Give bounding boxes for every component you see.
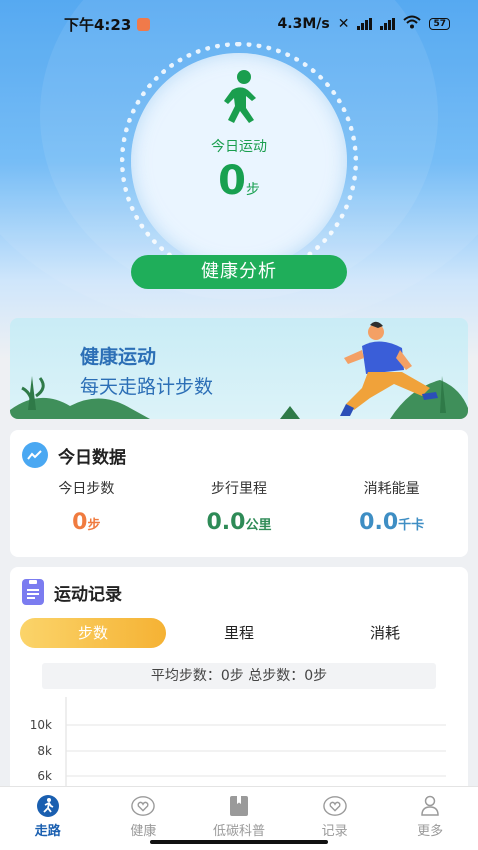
- person-icon: [418, 795, 442, 817]
- status-time: 下午4:23: [64, 15, 132, 34]
- health-banner[interactable]: 健康运动 每天走路计步数: [10, 318, 468, 419]
- wifi-icon: [403, 15, 422, 33]
- clipboard-icon: [22, 579, 44, 605]
- tab-distance[interactable]: 里程: [166, 618, 312, 648]
- metric-distance: 步行里程 0.0公里: [163, 478, 316, 535]
- nav-label: 走路: [34, 824, 61, 839]
- tab-steps[interactable]: 步数: [20, 618, 166, 648]
- metric-steps: 今日步数 0步: [10, 478, 163, 535]
- exercise-records-card: 运动记录 步数 里程 消耗 平均步数：0步 总步数：0步 10k 8k 6k: [10, 567, 468, 797]
- today-data-card: 今日数据 今日步数 0步 步行里程 0.0公里 消耗能量 0.0千卡: [10, 430, 468, 557]
- dial-steps: 0步: [189, 158, 289, 204]
- walking-person-icon: [224, 70, 256, 123]
- dial-steps-value: 0: [218, 158, 246, 204]
- mute-icon: ✕: [337, 16, 350, 32]
- y-tick-label: 6k: [37, 769, 52, 783]
- signal-icon: [380, 18, 396, 30]
- app-notification-icon: [137, 17, 151, 31]
- nav-label: 更多: [417, 824, 444, 839]
- y-tick-label: 8k: [37, 744, 52, 758]
- metric-unit: 步: [87, 518, 101, 533]
- dial-steps-unit: 步: [245, 182, 260, 198]
- heart-icon: [131, 795, 156, 817]
- metric-value: 0.0: [206, 510, 246, 535]
- health-analysis-button[interactable]: 健康分析: [131, 255, 347, 289]
- steps-chart: 10k 8k 6k: [30, 697, 446, 797]
- book-icon: [227, 795, 251, 817]
- metric-label: 步行里程: [211, 481, 267, 497]
- metric-unit: 公里: [245, 518, 272, 533]
- runner-illustration: [10, 321, 468, 419]
- status-bar: 下午4:23 4.3M/s ✕ 57: [0, 0, 478, 48]
- signal-icon: [357, 18, 373, 30]
- trend-icon: [22, 442, 48, 468]
- heart-outline-icon: [322, 795, 347, 817]
- metric-value: 0.0: [359, 510, 399, 535]
- metric-energy: 消耗能量 0.0千卡: [315, 478, 468, 535]
- dial-label: 今日运动: [211, 139, 267, 155]
- records-summary: 平均步数：0步 总步数：0步: [42, 663, 436, 689]
- records-tabs: 步数 里程 消耗: [20, 618, 458, 648]
- banner-subtitle: 每天走路计步数: [80, 376, 214, 398]
- nav-item-walk[interactable]: 走路: [0, 787, 96, 850]
- battery-icon: 57: [429, 18, 450, 30]
- metric-label: 消耗能量: [363, 481, 420, 497]
- metric-label: 今日步数: [58, 481, 115, 497]
- y-tick-label: 10k: [30, 718, 52, 732]
- metric-value: 0: [72, 510, 88, 535]
- metric-unit: 千卡: [398, 518, 425, 533]
- nav-label: 低碳科普: [212, 824, 265, 839]
- banner-title: 健康运动: [80, 346, 157, 368]
- records-header: 运动记录: [22, 579, 122, 605]
- nav-label: 健康: [130, 824, 157, 839]
- home-indicator[interactable]: [150, 840, 328, 844]
- network-speed: 4.3M/s: [277, 16, 330, 32]
- today-metrics: 今日步数 0步 步行里程 0.0公里 消耗能量 0.0千卡: [10, 478, 468, 535]
- running-icon: [36, 795, 60, 817]
- nav-item-more[interactable]: 更多: [382, 787, 478, 850]
- today-data-header: 今日数据: [22, 442, 126, 468]
- tab-energy[interactable]: 消耗: [312, 618, 458, 648]
- today-data-title: 今日数据: [58, 447, 126, 468]
- nav-label: 记录: [321, 824, 348, 839]
- records-title: 运动记录: [54, 584, 122, 605]
